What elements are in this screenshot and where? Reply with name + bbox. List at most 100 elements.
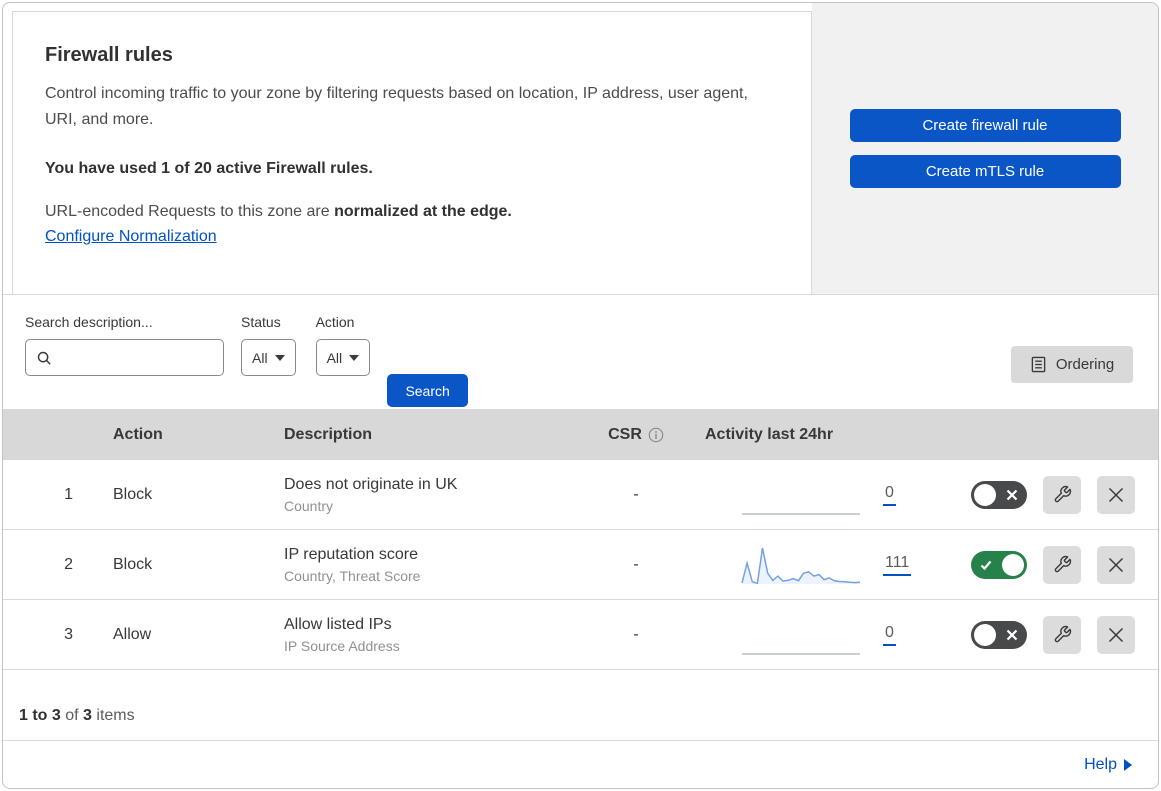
check-icon — [980, 560, 992, 570]
rule-controls-cell — [941, 545, 1158, 584]
items-text: items — [91, 707, 135, 724]
arrow-right-icon — [1124, 758, 1132, 771]
search-label: Search description... — [25, 314, 153, 330]
items-range: 1 to 3 — [19, 707, 61, 724]
of-text: of — [60, 707, 84, 724]
rule-description: IP reputation score — [284, 545, 419, 563]
rule-enabled-toggle[interactable] — [971, 480, 1027, 509]
ordering-list-icon — [1031, 356, 1046, 373]
edit-rule-button[interactable] — [1043, 545, 1081, 584]
normalization-text: URL-encoded Requests to this zone are — [45, 202, 335, 220]
usage-notice: You have used 1 of 20 active Firewall ru… — [45, 159, 373, 177]
edit-rule-button[interactable] — [1043, 615, 1081, 654]
toggle-knob — [1002, 553, 1024, 576]
activity-sparkline-chart — [742, 652, 860, 655]
column-header-csr: CSR — [581, 426, 691, 444]
toggle-knob — [974, 623, 996, 646]
chevron-down-icon — [349, 354, 360, 361]
activity-count-link[interactable]: 0 — [883, 624, 896, 646]
search-group: Search description... — [25, 314, 224, 409]
rule-description: Does not originate in UK — [284, 475, 458, 493]
chevron-down-icon — [274, 354, 285, 361]
rule-csr-value: - — [633, 625, 639, 643]
close-icon — [1108, 557, 1124, 572]
page-description: Control incoming traffic to your zone by… — [45, 85, 748, 128]
rule-description: Allow listed IPs — [284, 615, 392, 633]
rule-action: Block — [113, 485, 153, 503]
help-link[interactable]: Help — [1084, 756, 1132, 774]
activity-sparkline-chart — [742, 512, 860, 515]
csr-header-label: CSR — [608, 425, 642, 443]
column-header-activity: Activity last 24hr — [705, 425, 834, 443]
rule-activity-cell: 0 — [691, 473, 941, 517]
table-row: 1 Block Does not originate in UK Country… — [3, 460, 1158, 530]
rule-criteria: IP Source Address — [284, 637, 400, 654]
status-label: Status — [241, 314, 281, 330]
help-label: Help — [1084, 755, 1117, 773]
rule-enabled-toggle[interactable] — [971, 620, 1027, 649]
search-input[interactable] — [59, 349, 223, 366]
page-title: Firewall rules — [45, 44, 173, 66]
rule-enabled-toggle[interactable] — [971, 550, 1027, 579]
rule-priority: 3 — [64, 625, 73, 643]
create-firewall-rule-button[interactable]: Create firewall rule — [849, 109, 1121, 142]
intro-card: Firewall rules Control incoming traffic … — [12, 11, 812, 294]
normalization-bold-text: normalized at the edge. — [334, 202, 512, 220]
search-input-wrapper[interactable] — [25, 339, 224, 376]
delete-rule-button[interactable] — [1097, 545, 1135, 584]
rule-priority: 1 — [64, 485, 73, 503]
activity-count-link[interactable]: 111 — [883, 554, 912, 576]
search-icon — [37, 351, 51, 365]
rule-csr-value: - — [633, 555, 639, 573]
wrench-icon — [1054, 485, 1071, 503]
create-mtls-rule-button[interactable]: Create mTLS rule — [849, 155, 1121, 188]
rule-csr-value: - — [633, 485, 639, 503]
pagination-summary: 1 to 3 of 3 items — [3, 670, 1158, 740]
toggle-knob — [974, 483, 996, 506]
info-icon[interactable] — [648, 427, 664, 443]
rule-description-cell: IP reputation score Country, Threat Scor… — [266, 546, 581, 584]
action-label: Action — [315, 314, 355, 330]
column-header-description: Description — [284, 425, 373, 443]
status-filter-group: Status All — [241, 314, 296, 409]
close-icon — [1108, 627, 1124, 642]
table-header-row: Action Description CSR Activity last 24h… — [3, 409, 1158, 460]
wrench-icon — [1054, 555, 1071, 573]
normalization-notice: URL-encoded Requests to this zone are no… — [45, 203, 771, 221]
rule-controls-cell — [941, 475, 1158, 514]
rule-activity-cell: 111 — [691, 543, 941, 587]
firewall-rules-page: Firewall rules Control incoming traffic … — [2, 2, 1159, 789]
edit-rule-button[interactable] — [1043, 475, 1081, 514]
rule-activity-cell: 0 — [691, 613, 941, 657]
action-filter-group: Action All — [315, 314, 371, 409]
search-button[interactable]: Search — [387, 374, 469, 407]
delete-rule-button[interactable] — [1097, 615, 1135, 654]
ordering-button-label: Ordering — [1055, 356, 1115, 373]
delete-rule-button[interactable] — [1097, 475, 1135, 514]
filter-bar: Search description... Status All Action … — [3, 295, 1158, 409]
rule-action: Allow — [113, 625, 152, 643]
rule-controls-cell — [941, 615, 1158, 654]
items-total: 3 — [83, 707, 92, 724]
x-icon — [1006, 489, 1018, 500]
activity-count-link[interactable]: 0 — [883, 484, 896, 506]
actions-panel: Create firewall rule Create mTLS rule — [812, 3, 1158, 294]
configure-normalization-link[interactable]: Configure Normalization — [45, 228, 217, 246]
rule-criteria: Country, Threat Score — [284, 567, 421, 584]
close-icon — [1108, 487, 1124, 502]
rule-action: Block — [113, 555, 153, 573]
rule-priority: 2 — [64, 555, 73, 573]
action-select[interactable]: All — [315, 339, 371, 376]
table-row: 3 Allow Allow listed IPs IP Source Addre… — [3, 600, 1158, 670]
rule-criteria: Country — [284, 497, 334, 514]
help-bar: Help — [3, 740, 1158, 788]
column-header-action: Action — [113, 425, 163, 443]
ordering-button[interactable]: Ordering — [1011, 346, 1133, 383]
activity-sparkline-chart — [741, 547, 861, 584]
rule-description-cell: Does not originate in UK Country — [266, 476, 581, 514]
status-select[interactable]: All — [241, 339, 296, 376]
page-header-section: Firewall rules Control incoming traffic … — [3, 3, 1158, 295]
rule-description-cell: Allow listed IPs IP Source Address — [266, 616, 581, 654]
table-row: 2 Block IP reputation score Country, Thr… — [3, 530, 1158, 600]
status-selected-value: All — [252, 349, 268, 366]
